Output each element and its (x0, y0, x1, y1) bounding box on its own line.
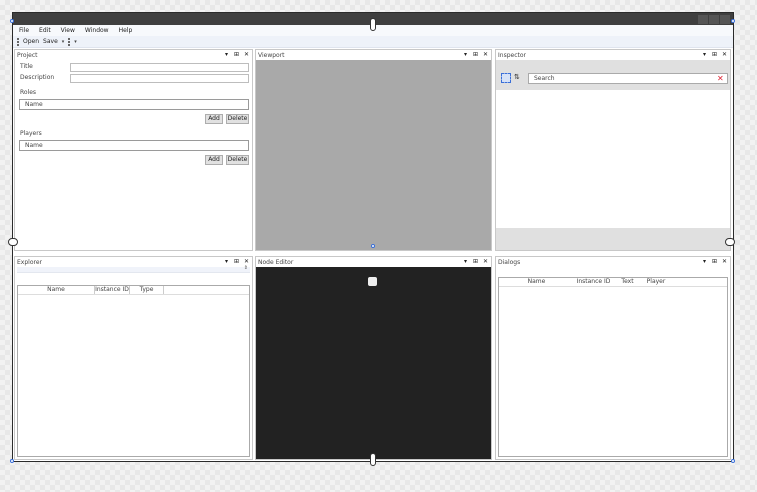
open-button[interactable]: Open (23, 38, 39, 45)
inspector-panel: Inspector ▾ ⊞ ✕ ⇅ Search ✕ (495, 49, 731, 251)
inspector-search-input[interactable]: Search (528, 73, 728, 84)
column-header-text[interactable]: Text (613, 278, 642, 286)
selection-handle[interactable] (10, 19, 14, 23)
save-button[interactable]: Save (43, 38, 58, 45)
players-delete-button[interactable]: Delete (226, 155, 249, 165)
roles-add-button[interactable]: Add (205, 114, 223, 124)
panel-title: Project (17, 51, 38, 59)
roles-label: Roles (20, 89, 37, 96)
dialogs-body: Name Instance ID Text Player (496, 267, 730, 459)
dialogs-grid[interactable]: Name Instance ID Text Player (498, 277, 728, 457)
top-resize-handle[interactable] (370, 18, 376, 31)
bottom-resize-handle[interactable] (370, 453, 376, 466)
pin-icon[interactable]: ⊞ (234, 258, 239, 266)
inspector-toolbar: ⇅ Search ✕ (496, 60, 730, 90)
explorer-panel: Explorer ▾ ⊞ ✕ ⇕ Name Instance ID Type (14, 256, 253, 460)
close-icon[interactable]: ✕ (483, 258, 488, 266)
players-add-button[interactable]: Add (205, 155, 223, 165)
explorer-body: ⇕ Name Instance ID Type (15, 265, 252, 459)
viewport-panel: Viewport ▾ ⊞ ✕ (255, 49, 492, 251)
column-header-name[interactable]: Name (18, 286, 95, 294)
explorer-tree[interactable]: Name Instance ID Type (17, 285, 250, 457)
viewport-anchor-handle[interactable] (371, 244, 375, 248)
column-header-player[interactable]: Player (642, 278, 670, 286)
selection-handle[interactable] (10, 459, 14, 463)
sort-icon[interactable]: ⇅ (514, 73, 520, 81)
inspector-body: ⇅ Search ✕ (496, 60, 730, 250)
close-icon[interactable]: ✕ (483, 51, 488, 59)
clear-search-icon[interactable]: ✕ (717, 73, 724, 84)
menu-file[interactable]: File (19, 27, 29, 34)
toolbar-overflow-icon[interactable]: ▾ (74, 39, 77, 45)
selection-handle[interactable] (731, 19, 735, 23)
column-header-instance-id[interactable]: Instance ID (574, 278, 613, 286)
dropdown-icon[interactable]: ▾ (224, 51, 229, 59)
close-icon[interactable]: ✕ (722, 258, 727, 266)
dialogs-panel: Dialogs ▾ ⊞ ✕ Name Instance ID Text Play… (495, 256, 731, 460)
close-window-button[interactable] (720, 15, 730, 24)
panel-header: Explorer ▾ ⊞ ✕ (15, 257, 252, 267)
toolbar: Open Save ▾ ▾ (13, 36, 733, 48)
node[interactable] (368, 277, 377, 286)
dropdown-icon[interactable]: ▾ (463, 51, 468, 59)
dropdown-icon[interactable]: ▾ (463, 258, 468, 266)
maximize-button[interactable] (709, 15, 719, 24)
panel-header: Inspector ▾ ⊞ ✕ (496, 50, 730, 60)
panel-header: Dialogs ▾ ⊞ ✕ (496, 257, 730, 267)
node-editor-canvas[interactable] (256, 267, 491, 459)
pin-icon[interactable]: ⊞ (473, 51, 478, 59)
dropdown-icon[interactable]: ▾ (224, 258, 229, 266)
roles-delete-button[interactable]: Delete (226, 114, 249, 124)
dialogs-column-header: Name Instance ID Text Player (499, 278, 727, 287)
left-resize-handle[interactable] (8, 238, 18, 246)
pin-icon[interactable]: ⊞ (712, 258, 717, 266)
menu-view[interactable]: View (61, 27, 75, 34)
description-field[interactable] (70, 74, 249, 83)
project-panel: Project ▾ ⊞ ✕ Title Description Roles Na… (14, 49, 253, 251)
title-label: Title (20, 63, 33, 70)
toolbar-overflow-icon[interactable]: ▾ (62, 39, 65, 45)
close-icon[interactable]: ✕ (722, 51, 727, 59)
right-resize-handle[interactable] (725, 238, 735, 246)
players-name-input[interactable]: Name (19, 140, 249, 151)
panel-header: Node Editor ▾ ⊞ ✕ (256, 257, 491, 267)
close-icon[interactable]: ✕ (244, 51, 249, 59)
menu-help[interactable]: Help (119, 27, 133, 34)
explorer-filter-bar[interactable]: ⇕ (17, 265, 250, 273)
explorer-column-header: Name Instance ID Type (18, 286, 249, 295)
dropdown-icon[interactable]: ▾ (702, 258, 707, 266)
dropdown-icon[interactable]: ▾ (702, 51, 707, 59)
panel-header: Project ▾ ⊞ ✕ (15, 50, 252, 60)
column-header-name[interactable]: Name (499, 278, 574, 286)
description-label: Description (20, 74, 55, 81)
panel-title: Viewport (258, 51, 285, 59)
panel-title: Inspector (498, 51, 526, 59)
pin-icon[interactable]: ⊞ (473, 258, 478, 266)
project-body: Title Description Roles Name Add Delete … (15, 60, 252, 250)
column-header-instance-id[interactable]: Instance ID (95, 286, 130, 294)
menu-window[interactable]: Window (85, 27, 109, 34)
pin-icon[interactable]: ⊞ (712, 51, 717, 59)
filter-dropdown-icon[interactable]: ⇕ (244, 265, 248, 271)
roles-name-input[interactable]: Name (19, 99, 249, 110)
toolbar-grip-icon[interactable] (68, 37, 71, 46)
panel-title: Dialogs (498, 258, 521, 266)
panel-title: Node Editor (258, 258, 294, 266)
pin-icon[interactable]: ⊞ (234, 51, 239, 59)
toolbar-grip-icon[interactable] (17, 37, 19, 46)
main-window: File Edit View Window Help Open Save ▾ ▾… (12, 12, 734, 462)
players-label: Players (20, 130, 42, 137)
categorize-icon[interactable] (501, 73, 511, 83)
viewport-canvas[interactable] (256, 60, 491, 250)
node-editor-panel: Node Editor ▾ ⊞ ✕ (255, 256, 492, 460)
inspector-description-area (496, 228, 730, 250)
panel-title: Explorer (17, 258, 42, 266)
minimize-button[interactable] (698, 15, 708, 24)
menu-edit[interactable]: Edit (39, 27, 51, 34)
title-field[interactable] (70, 63, 249, 72)
column-header-type[interactable]: Type (130, 286, 164, 294)
selection-handle[interactable] (731, 459, 735, 463)
panel-header: Viewport ▾ ⊞ ✕ (256, 50, 491, 60)
